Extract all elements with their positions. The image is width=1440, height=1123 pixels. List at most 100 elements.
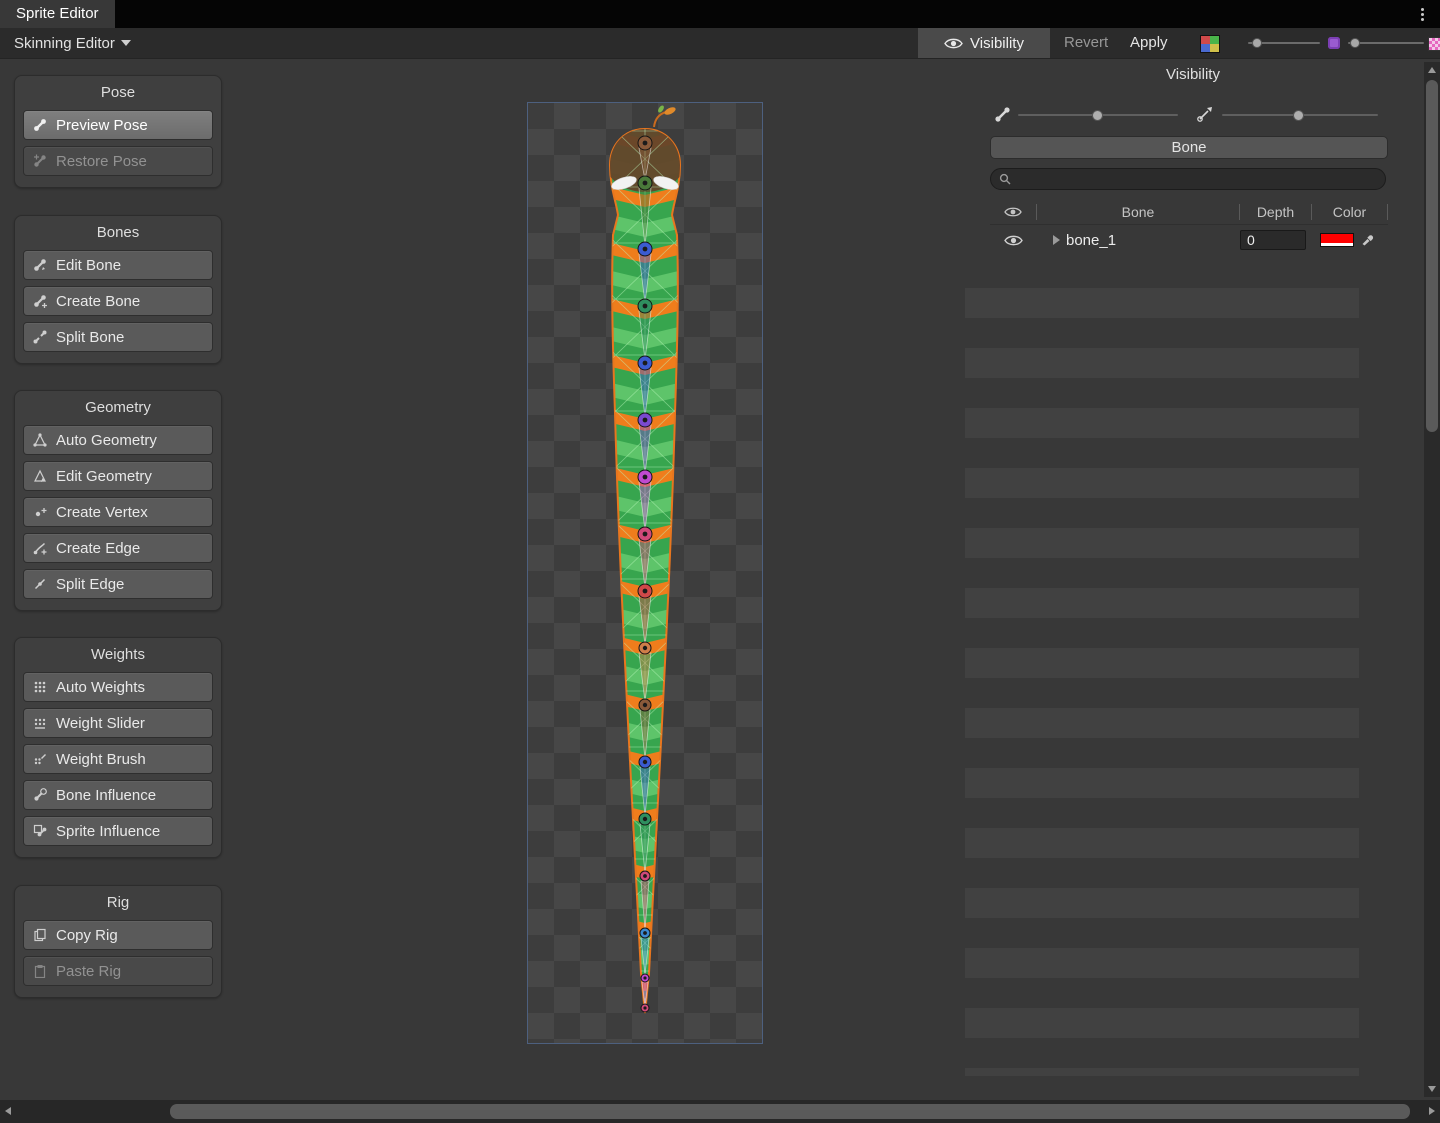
texture-opacity-slider-knob[interactable]	[1350, 38, 1360, 48]
sprite-influence-button[interactable]: Sprite Influence	[24, 817, 212, 845]
horizontal-scrollbar[interactable]	[0, 1100, 1440, 1123]
texture-pink-icon	[1428, 37, 1440, 51]
preview-pose-button[interactable]: Preview Pose	[24, 111, 212, 139]
edit-bone-label: Edit Bone	[56, 257, 121, 274]
sprite-color-grid-icon[interactable]	[1200, 35, 1220, 53]
weight-slider-button[interactable]: Weight Slider	[24, 709, 212, 737]
copy-rig-label: Copy Rig	[56, 927, 118, 944]
copy-rig-icon	[32, 927, 48, 943]
skinning-editor-dropdown[interactable]: Skinning Editor	[8, 28, 137, 58]
copy-rig-button[interactable]: Copy Rig	[24, 921, 212, 949]
auto-geometry-label: Auto Geometry	[56, 432, 157, 449]
preview-pose-label: Preview Pose	[56, 117, 148, 134]
sprite-influence-label: Sprite Influence	[56, 823, 160, 840]
create-vertex-icon	[32, 504, 48, 520]
pose-group: Pose Preview Pose Restore Pose	[14, 75, 222, 188]
auto-weights-button[interactable]: Auto Weights	[24, 673, 212, 701]
horizontal-scrollbar-thumb[interactable]	[170, 1104, 1410, 1119]
search-icon	[999, 173, 1011, 185]
sprite-editor-window: Sprite Editor Skinning Editor Visibility…	[0, 0, 1440, 1123]
bone-depth-input[interactable]	[1240, 230, 1306, 250]
weight-brush-button[interactable]: Weight Brush	[24, 745, 212, 773]
geometry-group-title: Geometry	[15, 399, 221, 416]
split-edge-button[interactable]: Split Edge	[24, 570, 212, 598]
pose-group-title: Pose	[15, 84, 221, 101]
mesh-opacity-slider[interactable]	[1248, 42, 1320, 44]
vertical-scrollbar-thumb[interactable]	[1426, 80, 1438, 432]
apply-button[interactable]: Apply	[1130, 28, 1168, 58]
auto-geometry-button[interactable]: Auto Geometry	[24, 426, 212, 454]
scroll-right-arrow[interactable]	[1429, 1107, 1435, 1115]
bone-visibility-table: Bone Depth Color bone_1	[990, 200, 1388, 255]
create-bone-button[interactable]: Create Bone	[24, 287, 212, 315]
paste-rig-button[interactable]: Paste Rig	[24, 957, 212, 985]
edit-bone-icon	[32, 257, 48, 273]
weights-group: Weights Auto Weights Weight Slider Weigh…	[14, 637, 222, 858]
preview-pose-icon	[32, 117, 48, 133]
bone-influence-icon	[32, 787, 48, 803]
visibility-toggle-button[interactable]: Visibility	[918, 28, 1050, 58]
bone-size-slider[interactable]	[1222, 114, 1378, 116]
create-vertex-button[interactable]: Create Vertex	[24, 498, 212, 526]
mesh-opacity-slider-knob[interactable]	[1252, 38, 1262, 48]
vertical-scrollbar[interactable]	[1424, 62, 1440, 1097]
eye-icon	[944, 37, 963, 50]
create-vertex-label: Create Vertex	[56, 504, 148, 521]
paste-rig-label: Paste Rig	[56, 963, 121, 980]
header-color: Color	[1312, 204, 1388, 220]
bone-opacity-slider-knob[interactable]	[1092, 110, 1103, 121]
split-bone-button[interactable]: Split Bone	[24, 323, 212, 351]
restore-pose-icon	[32, 153, 48, 169]
restore-pose-label: Restore Pose	[56, 153, 147, 170]
header-bone: Bone	[1037, 204, 1240, 220]
bone-color-swatch[interactable]	[1320, 233, 1354, 247]
edit-geometry-button[interactable]: Edit Geometry	[24, 462, 212, 490]
tab-sprite-editor[interactable]: Sprite Editor	[0, 0, 115, 28]
skinning-editor-label: Skinning Editor	[14, 35, 115, 52]
auto-weights-icon	[32, 679, 48, 695]
bone-influence-button[interactable]: Bone Influence	[24, 781, 212, 809]
visibility-panel: Visibility Bone	[963, 62, 1423, 1082]
rig-group: Rig Copy Rig Paste Rig	[14, 885, 222, 998]
bones-group: Bones Edit Bone Create Bone Split Bone	[14, 215, 222, 364]
split-bone-icon	[32, 329, 48, 345]
edit-bone-button[interactable]: Edit Bone	[24, 251, 212, 279]
create-edge-button[interactable]: Create Edge	[24, 534, 212, 562]
scroll-up-arrow[interactable]	[1428, 67, 1436, 73]
bone-search-input[interactable]	[1016, 171, 1377, 188]
bone-search-field[interactable]	[990, 168, 1386, 190]
weight-slider-label: Weight Slider	[56, 715, 145, 732]
eyedropper-icon[interactable]	[1361, 233, 1375, 247]
paste-rig-icon	[32, 963, 48, 979]
sprite-canvas[interactable]	[528, 103, 762, 1043]
split-edge-icon	[32, 576, 48, 592]
create-edge-label: Create Edge	[56, 540, 140, 557]
tab-bone[interactable]: Bone	[990, 136, 1388, 159]
scroll-left-arrow[interactable]	[5, 1107, 11, 1115]
restore-pose-button[interactable]: Restore Pose	[24, 147, 212, 175]
weight-slider-icon	[32, 715, 48, 731]
visibility-button-label: Visibility	[970, 35, 1024, 52]
visibility-panel-title: Visibility	[963, 66, 1423, 83]
kebab-menu-icon[interactable]	[1414, 5, 1430, 23]
row-visibility-eye-icon[interactable]	[1004, 234, 1023, 247]
create-bone-icon	[32, 293, 48, 309]
skinning-toolbar: Skinning Editor Visibility Revert Apply	[0, 28, 1440, 59]
bone-opacity-slider[interactable]	[1018, 114, 1178, 116]
row-expand-triangle-icon[interactable]	[1053, 235, 1060, 245]
eye-column-icon	[1004, 206, 1022, 218]
auto-weights-label: Auto Weights	[56, 679, 145, 696]
bone-influence-label: Bone Influence	[56, 787, 156, 804]
scroll-down-arrow[interactable]	[1428, 1086, 1436, 1092]
auto-geometry-icon	[32, 432, 48, 448]
bone-size-icon	[1195, 104, 1215, 124]
bone-table-header: Bone Depth Color	[990, 200, 1388, 225]
split-edge-label: Split Edge	[56, 576, 124, 593]
revert-button[interactable]: Revert	[1064, 28, 1108, 58]
bones-group-title: Bones	[15, 224, 221, 241]
bone-size-slider-knob[interactable]	[1293, 110, 1304, 121]
texture-opacity-slider[interactable]	[1348, 42, 1424, 44]
weight-brush-label: Weight Brush	[56, 751, 146, 768]
table-row-bone-1[interactable]: bone_1	[990, 225, 1388, 255]
bone-table-empty-rows	[965, 258, 1359, 1076]
